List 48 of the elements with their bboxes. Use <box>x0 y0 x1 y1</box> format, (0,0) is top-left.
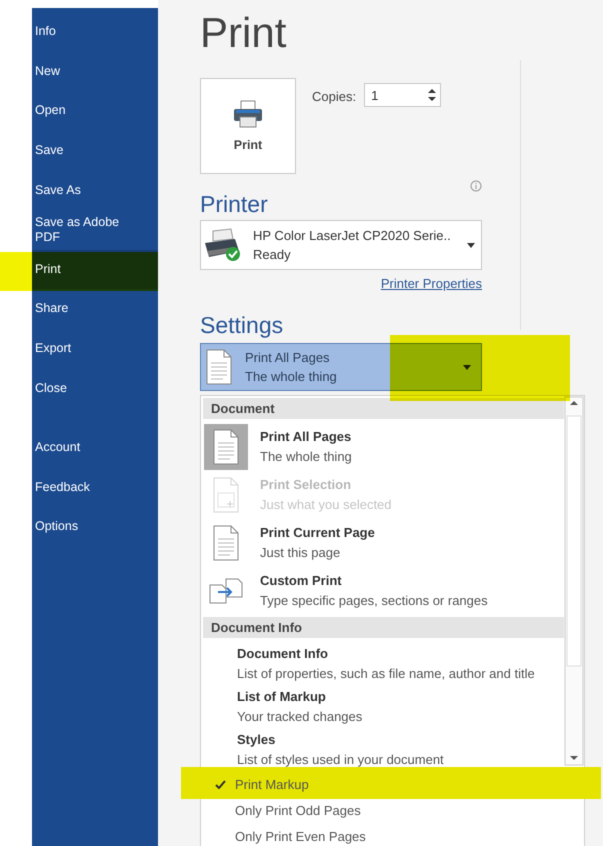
custom-pages-icon <box>208 577 244 605</box>
group-header: Document <box>203 398 564 419</box>
section-heading: Settings <box>200 311 284 339</box>
print-option[interactable]: Print All Pages The whole thing <box>201 423 564 471</box>
group-header: Document Info <box>203 617 564 638</box>
sidebar-item[interactable]: Info <box>32 12 158 52</box>
sidebar-item[interactable]: Feedback <box>32 468 158 508</box>
page-title: Print <box>200 8 288 58</box>
page-icon <box>205 349 233 385</box>
printer-name: HP Color LaserJet CP2020 Serie.. <box>253 227 452 245</box>
print-option[interactable]: List of Markup Your tracked changes <box>201 685 564 728</box>
copies-label: Copies: <box>312 88 356 104</box>
sidebar-item[interactable]: Print <box>32 250 158 290</box>
copies-field[interactable]: 1 <box>364 83 442 107</box>
section-heading: Printer <box>200 190 268 218</box>
printer-status: Ready <box>253 246 292 264</box>
sidebar-item[interactable]: Options <box>32 507 158 547</box>
option-subtitle: The whole thing <box>245 368 338 386</box>
sidebar-item[interactable]: Save As <box>32 170 158 210</box>
toggle-option[interactable]: Print Markup <box>201 771 584 797</box>
sidebar-item[interactable]: New <box>32 52 158 92</box>
printer-icon <box>233 100 263 128</box>
caret-icon <box>467 242 475 248</box>
printer-properties-link[interactable]: Printer Properties <box>200 276 482 291</box>
check-icon <box>214 780 226 788</box>
print-option[interactable]: Document Info List of properties, such as file name, author and title <box>201 642 564 685</box>
printer-ready-icon <box>203 227 243 263</box>
print-option[interactable]: Print Current Page Just this page <box>201 519 564 567</box>
print-button[interactable]: Print <box>200 78 296 174</box>
printer-dropdown[interactable]: HP Color LaserJet CP2020 Serie.. Ready <box>200 220 482 270</box>
option-title: Print All Pages <box>245 349 331 367</box>
sidebar-item[interactable]: Save as Adobe PDF <box>32 210 158 250</box>
spinner-icon <box>428 88 436 102</box>
sidebar-item[interactable]: Account <box>32 428 158 468</box>
page-plus-icon <box>212 477 240 513</box>
print-option[interactable]: Styles List of styles used in your document <box>201 728 564 771</box>
scrollbar[interactable] <box>564 396 584 766</box>
sidebar-item[interactable]: Save <box>32 130 158 170</box>
print-option[interactable]: Custom Print Type specific pages, sections or ranges <box>201 567 564 615</box>
page-icon <box>212 429 240 465</box>
sidebar-item[interactable]: Open <box>32 91 158 131</box>
info-icon[interactable] <box>470 180 482 192</box>
sidebar-item[interactable]: Share <box>32 289 158 329</box>
toggle-option[interactable]: Only Print Odd Pages <box>201 797 584 823</box>
sidebar-item[interactable]: Close <box>32 368 158 408</box>
toggle-option[interactable]: Only Print Even Pages <box>201 823 584 846</box>
sidebar-item[interactable]: Export <box>32 328 158 368</box>
page-icon <box>212 525 240 561</box>
